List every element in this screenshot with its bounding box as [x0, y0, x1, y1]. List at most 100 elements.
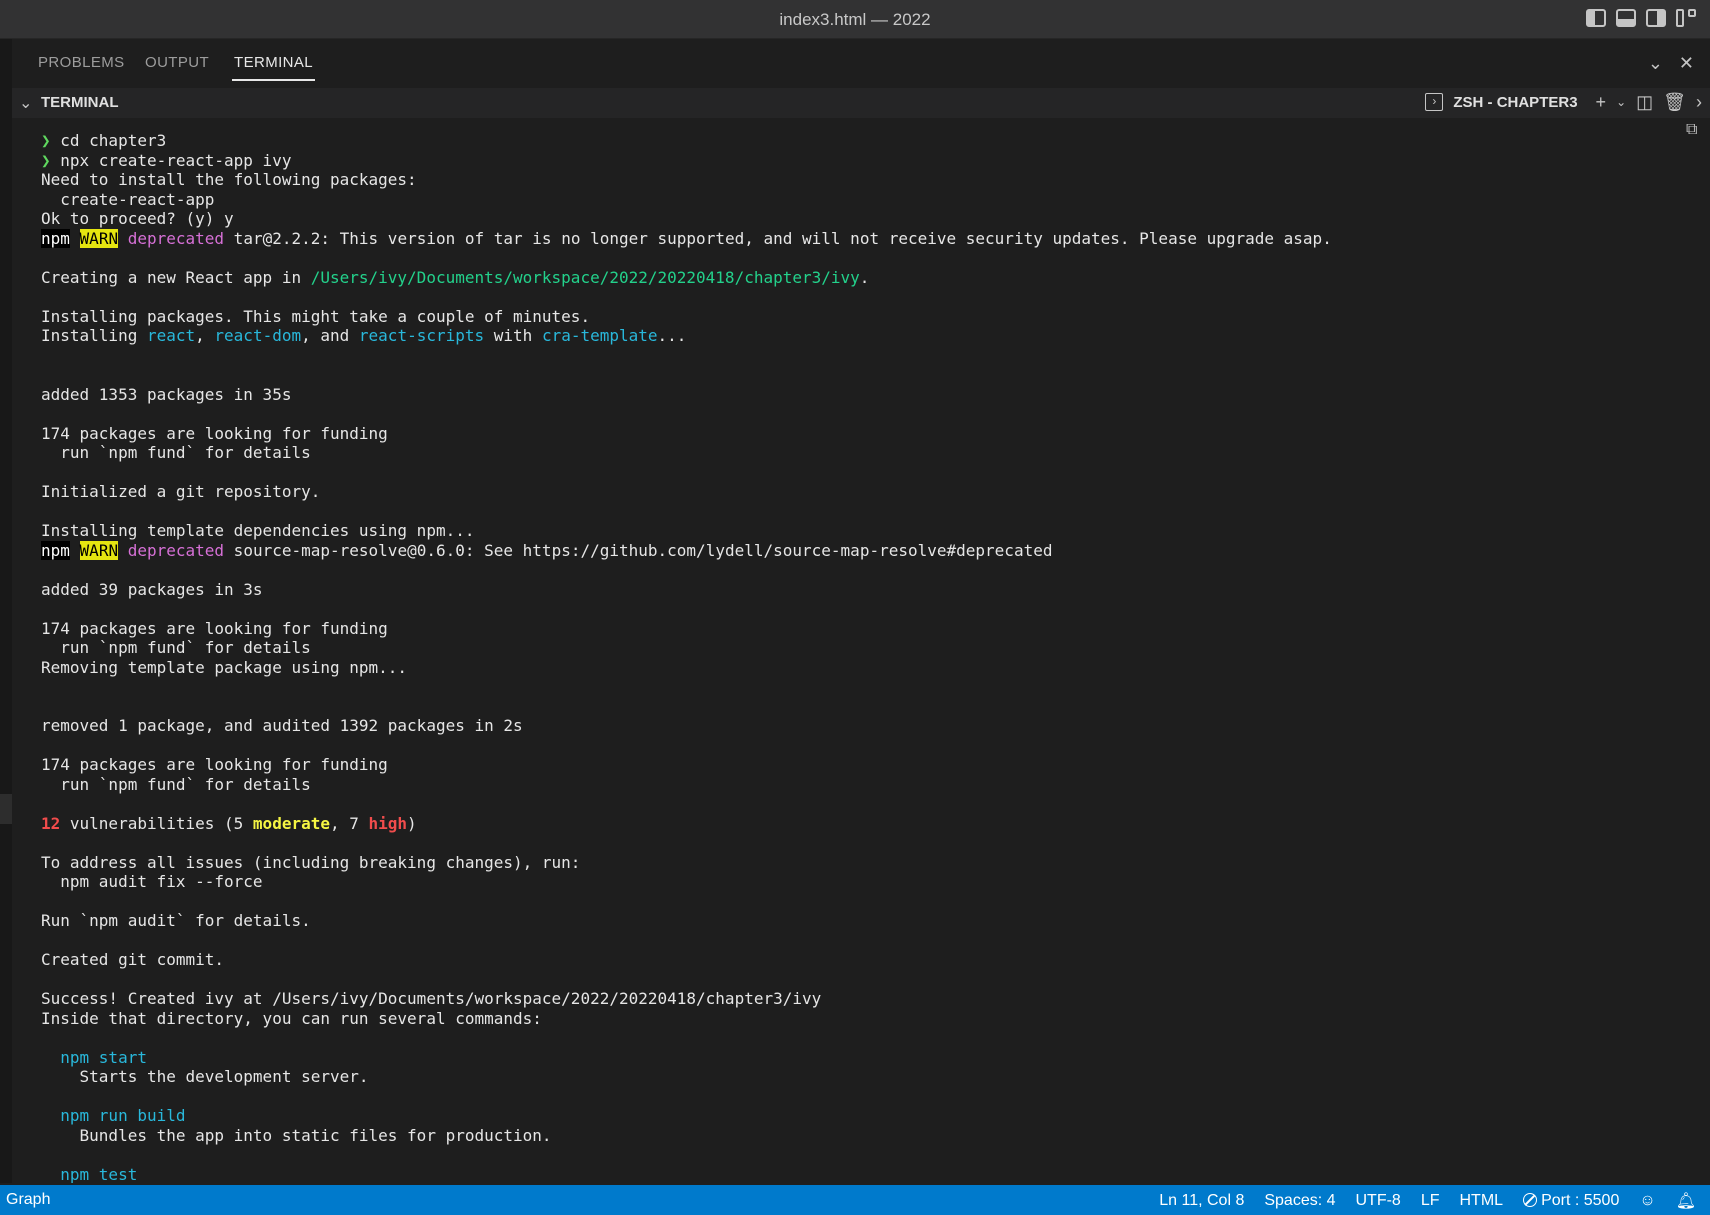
terminal-line: 174 packages are looking for funding — [41, 619, 1332, 639]
language-mode[interactable]: HTML — [1460, 1192, 1504, 1210]
terminal-line: Installing react, react-dom, and react-s… — [41, 326, 1332, 346]
toggle-secondary-sidebar-icon[interactable] — [1646, 9, 1666, 27]
terminal-line: Need to install the following packages: — [41, 170, 1332, 190]
terminal-text: 174 packages are looking for funding — [41, 755, 388, 774]
terminal-text: ) — [407, 813, 417, 833]
terminal-line: Run `npm audit` for details. — [41, 911, 1332, 931]
tab-output[interactable]: OUTPUT — [145, 54, 209, 71]
terminal-line: Installing packages. This might take a c… — [41, 307, 1332, 327]
terminal-section-header[interactable]: ⌄ TERMINAL › ZSH - CHAPTER3 + ⌄ ◫ 🗑 › — [12, 88, 1710, 118]
terminal-text: To address all issues (including breakin… — [41, 852, 581, 872]
terminal-line: run `npm fund` for details — [41, 638, 1332, 658]
toggle-panel-icon[interactable] — [1616, 9, 1636, 27]
terminal-line: npm WARN deprecated tar@2.2.2: This vers… — [41, 228, 1332, 249]
tab-terminal[interactable]: TERMINAL — [231, 54, 316, 81]
terminal-line: Removing template package using npm... — [41, 658, 1332, 678]
chevron-down-icon[interactable]: ⌄ — [1648, 53, 1663, 74]
terminal-text: . — [859, 267, 870, 287]
terminal-text: Installing packages. This might take a c… — [41, 306, 591, 326]
window-title: index3.html — 2022 — [779, 10, 931, 29]
editor-gutter-strip — [0, 39, 12, 1183]
chevron-right-icon[interactable]: › — [1696, 91, 1702, 113]
new-terminal-icon[interactable]: + — [1596, 91, 1607, 113]
terminal-text: , and — [301, 326, 359, 345]
split-terminal-icon[interactable]: ◫ — [1636, 91, 1653, 113]
terminal-text: Run `npm audit` for details. — [41, 911, 311, 930]
bell-icon[interactable]: 🔔︎ — [1676, 1191, 1696, 1211]
terminal-text: create-react-app — [41, 189, 215, 209]
encoding[interactable]: UTF-8 — [1356, 1192, 1401, 1210]
status-bar: Graph Ln 11, Col 8 Spaces: 4 UTF-8 LF HT… — [0, 1185, 1710, 1215]
chevron-down-icon[interactable]: ⌄ — [1616, 91, 1626, 113]
terminal-line: Installing template dependencies using n… — [41, 521, 1332, 541]
terminal-text: cra-template — [541, 326, 658, 345]
terminal-output[interactable]: ❯ cd chapter3 ❯ npx create-react-app ivy N… — [12, 119, 1678, 1183]
terminal-text: high — [368, 813, 408, 833]
terminal-line: Creating a new React app in /Users/ivy/D… — [41, 268, 1332, 288]
port-icon — [1523, 1193, 1538, 1207]
terminal-text: run `npm fund` for details — [41, 774, 311, 794]
terminal-text: react — [146, 326, 196, 345]
terminal-text: tar@2.2.2: This version of tar is no lon… — [224, 228, 1332, 248]
cursor-position[interactable]: Ln 11, Col 8 — [1159, 1192, 1244, 1210]
terminal-side-strip: ⧉ — [1682, 119, 1710, 1183]
terminal-line: run `npm fund` for details — [41, 775, 1332, 795]
terminal-line: npm run build — [41, 1106, 1332, 1126]
toggle-primary-sidebar-icon[interactable] — [1586, 9, 1606, 27]
title-bar: index3.html — 2022 — [0, 0, 1710, 39]
terminal-text: Created git commit. — [41, 950, 225, 969]
indentation[interactable]: Spaces: 4 — [1264, 1192, 1335, 1210]
terminal-line: Success! Created ivy at /Users/ivy/Docum… — [41, 989, 1332, 1009]
terminal-toolbar: › ZSH - CHAPTER3 + ⌄ ◫ 🗑 › — [1425, 91, 1702, 113]
terminal-text: react-scripts — [358, 326, 485, 345]
terminal-text: 174 packages are looking for funding — [41, 423, 388, 443]
terminal-line: To address all issues (including breakin… — [41, 853, 1332, 873]
status-graph[interactable]: Graph — [6, 1191, 50, 1209]
terminal-text: with — [484, 326, 542, 345]
terminal-text: vulnerabilities (5 — [60, 813, 253, 833]
terminal-line: 12 vulnerabilities (5 moderate, 7 high) — [41, 814, 1332, 834]
terminal-text: /Users/ivy/Documents/workspace/2022/2022… — [310, 267, 860, 287]
terminal-line: create-react-app — [41, 190, 1332, 210]
feedback-icon[interactable]: ☺ — [1639, 1192, 1655, 1210]
terminal-text: removed 1 package, and audited 1392 pack… — [41, 716, 523, 735]
terminal-text: npm — [41, 228, 70, 248]
customize-layout-icon[interactable] — [1676, 9, 1696, 27]
terminal-text: WARN — [79, 540, 119, 560]
terminal-line: added 1353 packages in 35s — [41, 385, 1332, 405]
shell-name[interactable]: ZSH - CHAPTER3 — [1453, 94, 1577, 111]
terminal-text: Success! Created ivy at /Users/ivy/Docum… — [41, 989, 822, 1008]
terminal-text: npm audit fix --force — [41, 872, 263, 891]
panel-actions: ⌄ ✕ — [1648, 53, 1694, 74]
live-server-port[interactable]: Port : 5500 — [1523, 1192, 1619, 1210]
terminal-line: 174 packages are looking for funding — [41, 424, 1332, 444]
chevron-down-icon[interactable]: ⌄ — [19, 93, 32, 113]
terminal-line: ❯ npx create-react-app ivy — [41, 151, 1332, 171]
terminal-tabs-icon[interactable]: ⧉ — [1686, 121, 1697, 139]
terminal-line: Ok to proceed? (y) y — [41, 209, 1332, 229]
terminal-text: run `npm fund` for details — [41, 638, 311, 657]
end-of-line[interactable]: LF — [1421, 1192, 1440, 1210]
tab-problems[interactable]: PROBLEMS — [38, 54, 125, 71]
terminal-text: 12 — [41, 813, 61, 833]
trash-icon[interactable]: 🗑 — [1663, 91, 1686, 113]
close-icon[interactable]: ✕ — [1679, 53, 1694, 74]
terminal-text: Starts the development server. — [41, 1067, 369, 1086]
